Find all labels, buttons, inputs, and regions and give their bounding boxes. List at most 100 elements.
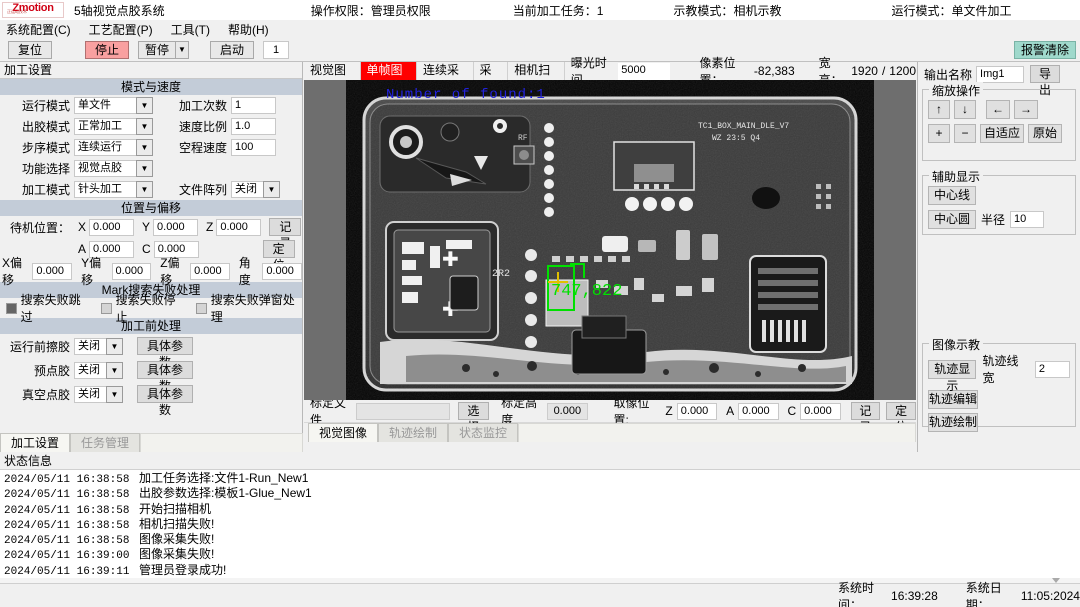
chevron-down-icon[interactable]: ▼ xyxy=(136,181,153,198)
speed-ratio-input[interactable]: 1.0 xyxy=(231,118,276,135)
alarm-clear-button[interactable]: 报警清除 xyxy=(1013,41,1076,59)
capture-z-input[interactable]: 0.000 xyxy=(676,402,718,420)
process-mode-select[interactable]: 针头加工 ▼ xyxy=(74,181,153,198)
function-select[interactable]: 视觉点胶 ▼ xyxy=(74,160,153,177)
exposure-time-input[interactable]: 5000 xyxy=(618,62,670,80)
record-button[interactable]: 记录 xyxy=(269,218,302,250)
start-button[interactable]: 启动 xyxy=(210,41,255,59)
pre-glue-params-button[interactable]: 具体参数 xyxy=(137,361,193,393)
idle-speed-label: 空程速度 xyxy=(178,141,227,155)
cycle-count-input[interactable]: 1 xyxy=(231,97,276,114)
step-mode-select[interactable]: 连续运行 ▼ xyxy=(74,139,153,156)
image-teach-group-title: 图像示教 xyxy=(929,336,984,353)
file-array-select[interactable]: 关闭 ▼ xyxy=(231,181,280,198)
settings-row: 加工模式 针头加工 ▼ 文件阵列 关闭 ▼ xyxy=(0,179,302,200)
file-array-value: 关闭 xyxy=(231,181,263,198)
image-viewport[interactable]: RF TC1_BOX_MAIN_DLE_V7 WZ 23:5 Q4 ✚ ✚ 2R… xyxy=(304,80,916,400)
chevron-down-icon[interactable]: ▼ xyxy=(136,97,153,114)
menu-item-process-config[interactable]: 工艺配置(P) xyxy=(87,20,155,39)
center-circle-button[interactable]: 中心圆 xyxy=(928,210,976,229)
pre-glue-label: 预点胶 xyxy=(33,363,70,378)
zoom-group-title: 缩放操作 xyxy=(929,82,984,99)
idle-speed-input[interactable]: 100 xyxy=(231,139,276,156)
locate-button[interactable]: 定位 xyxy=(262,240,295,272)
chevron-down-icon[interactable]: ▼ xyxy=(106,385,123,403)
y-offset-input[interactable]: 0.000 xyxy=(111,262,152,280)
bottom-status-bar: 系统时间： 16:39:28 系统日期： 11:05:2024 xyxy=(0,581,1080,607)
pre-wipe-params-button[interactable]: 具体参数 xyxy=(137,337,193,369)
vacuum-glue-params-button[interactable]: 具体参数 xyxy=(137,385,193,417)
pre-wipe-select[interactable]: 关闭 ▼ xyxy=(74,337,123,355)
chevron-down-icon[interactable]: ▼ xyxy=(106,337,123,355)
checkbox-stop-on-fail[interactable] xyxy=(101,302,112,314)
pan-left-icon[interactable]: ← xyxy=(986,100,1010,119)
capture-record-button[interactable]: 记录 xyxy=(850,402,881,434)
standby-z-input[interactable]: 0.000 xyxy=(216,218,262,236)
checkbox-skip-on-fail[interactable] xyxy=(6,302,17,314)
pan-up-icon[interactable]: ↑ xyxy=(928,100,950,119)
chevron-down-icon[interactable]: ▼ xyxy=(136,118,153,135)
pre-glue-select[interactable]: 关闭 ▼ xyxy=(74,361,123,379)
select-file-button[interactable]: 选择 xyxy=(457,402,490,434)
chevron-down-icon[interactable]: ▼ xyxy=(175,41,190,59)
capture-c-input[interactable]: 0.000 xyxy=(800,402,841,420)
tab-vision-image[interactable]: 视觉图像 xyxy=(304,62,361,94)
status-log-list[interactable]: 2024/05/11 16:38:58 加工任务选择:文件1-Run_New1 2… xyxy=(0,470,1080,579)
standby-y-input[interactable]: 0.000 xyxy=(153,218,199,236)
zoom-out-button[interactable]: − xyxy=(954,124,976,143)
tab-status-monitor[interactable]: 状态监控 xyxy=(448,423,519,442)
track-edit-button[interactable]: 轨迹编辑 xyxy=(928,390,978,409)
pause-dropdown[interactable]: 暂停 ▼ xyxy=(138,41,190,59)
export-button[interactable]: 导出 xyxy=(1030,65,1061,97)
output-name-input[interactable]: Img1 xyxy=(976,65,1025,83)
menu-item-tools[interactable]: 工具(T) xyxy=(169,20,212,39)
tab-vision-image-bottom[interactable]: 视觉图像 xyxy=(308,423,379,442)
menu-item-system-config[interactable]: 系统配置(C) xyxy=(4,20,73,39)
radius-label: 半径 xyxy=(981,213,1006,227)
tab-task-management[interactable]: 任务管理 xyxy=(70,433,141,452)
calibration-file-input[interactable] xyxy=(355,402,450,420)
z-offset-input[interactable]: 0.000 xyxy=(190,262,230,280)
mark-options-row: 搜索失败跳过 搜索失败停止 搜索失败弹窗处理 xyxy=(0,293,302,324)
stop-button[interactable]: 停止 xyxy=(85,41,129,59)
track-width-input[interactable]: 2 xyxy=(1034,360,1070,378)
capture-a-input[interactable]: 0.000 xyxy=(738,402,779,420)
checkbox-popup-on-fail[interactable] xyxy=(196,302,207,314)
tab-continuous-capture[interactable]: 连续采集 xyxy=(417,62,474,94)
pan-right-icon[interactable]: → xyxy=(1014,100,1038,119)
menu-item-help[interactable]: 帮助(H) xyxy=(226,20,271,39)
fit-button[interactable]: 自适应 xyxy=(980,124,1024,143)
teach-mode-value: 相机示教 xyxy=(733,3,782,18)
capture-locate-button[interactable]: 定位 xyxy=(886,402,916,434)
vacuum-glue-select[interactable]: 关闭 ▼ xyxy=(74,385,123,403)
chevron-down-icon[interactable]: ▼ xyxy=(263,181,280,198)
angle-input[interactable]: 0.000 xyxy=(262,262,302,280)
tab-camera-scan[interactable]: 相机扫描 xyxy=(508,62,565,94)
pre-process-row: 真空点胶 关闭 ▼ 具体参数 xyxy=(0,382,302,417)
zoom-in-button[interactable]: + xyxy=(928,124,950,143)
tab-capture[interactable]: 采集 xyxy=(474,62,509,94)
tab-single-frame[interactable]: 单帧图像 xyxy=(360,62,417,94)
x-offset-input[interactable]: 0.000 xyxy=(32,262,73,280)
chevron-down-icon[interactable]: ▼ xyxy=(136,160,153,177)
tab-process-settings[interactable]: 加工设置 xyxy=(0,433,71,452)
track-draw-button[interactable]: 轨迹绘制 xyxy=(928,413,978,432)
track-show-button[interactable]: 轨迹显示 xyxy=(928,359,977,393)
glue-mode-label: 出胶模式 xyxy=(21,120,70,134)
radius-input[interactable]: 10 xyxy=(1010,211,1045,228)
chevron-down-icon[interactable]: ▼ xyxy=(136,139,153,156)
standby-x-input[interactable]: 0.000 xyxy=(89,218,135,236)
glue-mode-select[interactable]: 正常加工 ▼ xyxy=(74,118,153,135)
reset-button[interactable]: 复位 xyxy=(8,41,52,59)
run-mode-select[interactable]: 单文件 ▼ xyxy=(74,97,153,114)
section-mode-speed: 模式与速度 xyxy=(0,79,302,95)
center-line-button[interactable]: 中心线 xyxy=(928,186,976,205)
popup-on-fail-label: 搜索失败弹窗处理 xyxy=(210,293,295,324)
chevron-down-icon[interactable]: ▼ xyxy=(106,361,123,379)
tab-track-draw[interactable]: 轨迹绘制 xyxy=(378,423,449,442)
calibration-height-input[interactable]: 0.000 xyxy=(547,402,588,420)
original-size-button[interactable]: 原始 xyxy=(1028,124,1062,143)
vision-panel: 视觉图像 单帧图像 连续采集 采集 相机扫描 曝光时间 5000 像素位置： -… xyxy=(304,56,916,452)
cycle-count-field[interactable]: 1 xyxy=(263,41,290,59)
pan-down-icon[interactable]: ↓ xyxy=(954,100,976,119)
